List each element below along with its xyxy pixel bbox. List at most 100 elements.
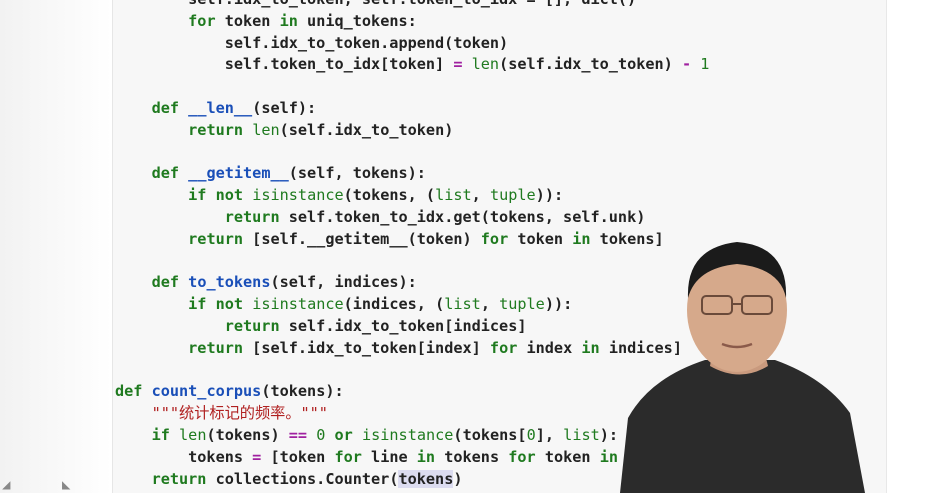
code-token: for — [508, 447, 536, 466]
code-token: not — [215, 295, 244, 314]
code-token: token — [535, 447, 600, 466]
code-token: len — [252, 120, 280, 139]
code-token: tokens — [435, 447, 509, 466]
code-token: - — [681, 55, 692, 74]
code-token: == — [288, 425, 308, 444]
code-token: len — [179, 425, 207, 444]
code-token: if — [188, 186, 207, 205]
code-token: ], — [535, 425, 564, 444]
notebook-right-gutter — [886, 0, 926, 493]
code-line[interactable] — [115, 76, 709, 98]
code-token: isinstance — [252, 295, 344, 314]
code-token: collections.Counter( — [206, 469, 399, 488]
code-line[interactable]: def __getitem__(self, tokens): — [115, 163, 709, 185]
code-token: in — [581, 338, 600, 357]
code-token: to_tokens — [188, 273, 271, 292]
code-token: count_corpus — [151, 382, 262, 401]
code-token: if — [151, 425, 170, 444]
code-line[interactable]: if not isinstance(tokens, (list, tuple))… — [115, 185, 709, 207]
code-token: = — [252, 447, 262, 466]
code-line[interactable]: self.token_to_idx[token] = len(self.idx_… — [115, 54, 710, 76]
code-token: tokens — [398, 469, 454, 488]
code-token: (self.idx_to_token) — [279, 120, 454, 139]
code-token: self.idx_to_token, self.token_to_idx = [… — [115, 0, 636, 8]
chevron-icon: ◣ — [62, 477, 71, 493]
code-token: (tokens): — [261, 382, 344, 401]
code-token: (self, indices): — [270, 273, 417, 292]
code-token: , — [480, 295, 500, 314]
code-token: return — [188, 338, 244, 357]
code-token: list — [563, 425, 600, 444]
code-token: [self.__getitem__(token) — [243, 229, 481, 248]
code-token: for — [188, 11, 216, 30]
code-line[interactable]: return self.token_to_idx.get(tokens, sel… — [115, 207, 709, 229]
code-line[interactable]: self.idx_to_token.append(token) — [115, 33, 709, 55]
presenter-shirt — [620, 360, 865, 493]
code-token: return — [188, 229, 244, 248]
notebook-left-gutter — [0, 0, 112, 493]
code-token: self.idx_to_token.append(token) — [115, 33, 509, 52]
code-token: (self, tokens): — [288, 164, 426, 183]
code-line[interactable]: self.idx_to_token, self.token_to_idx = [… — [115, 0, 709, 11]
code-token: def — [151, 273, 180, 292]
code-token: not — [215, 186, 244, 205]
code-token: index — [517, 338, 582, 357]
code-token: (tokens, ( — [343, 186, 436, 205]
code-token: tuple — [489, 186, 536, 205]
code-token: def — [151, 98, 180, 117]
code-token: [self.idx_to_token[index] — [243, 338, 490, 357]
code-token: return — [224, 207, 280, 226]
code-token: list — [444, 295, 481, 314]
code-token: in — [279, 11, 298, 30]
code-line[interactable] — [115, 142, 709, 164]
code-token: tokens — [115, 447, 253, 466]
code-token: token — [215, 11, 280, 30]
code-token: isinstance — [361, 425, 454, 444]
code-token: (tokens) — [206, 425, 289, 444]
code-token: for — [480, 229, 509, 248]
code-token: )): — [535, 186, 564, 205]
code-line[interactable]: return len(self.idx_to_token) — [115, 120, 709, 142]
code-token: (tokens[ — [453, 425, 527, 444]
code-token: or — [334, 425, 353, 444]
code-token: __getitem__ — [188, 164, 289, 183]
code-token: (self.idx_to_token) — [499, 55, 682, 74]
code-token: 0 — [526, 425, 536, 444]
code-token: tuple — [499, 295, 545, 314]
code-token: uniq_tokens: — [297, 11, 417, 30]
code-token: in — [416, 447, 436, 466]
presenter-video-overlay — [620, 242, 865, 493]
code-token: isinstance — [252, 186, 344, 205]
code-token: 1 — [700, 55, 710, 74]
code-token: ) — [453, 469, 463, 488]
code-token: self.token_to_idx[token] — [115, 55, 454, 74]
code-line[interactable]: for token in uniq_tokens: — [115, 11, 709, 33]
code-token: list — [435, 186, 472, 205]
code-line[interactable]: def __len__(self): — [115, 98, 709, 120]
